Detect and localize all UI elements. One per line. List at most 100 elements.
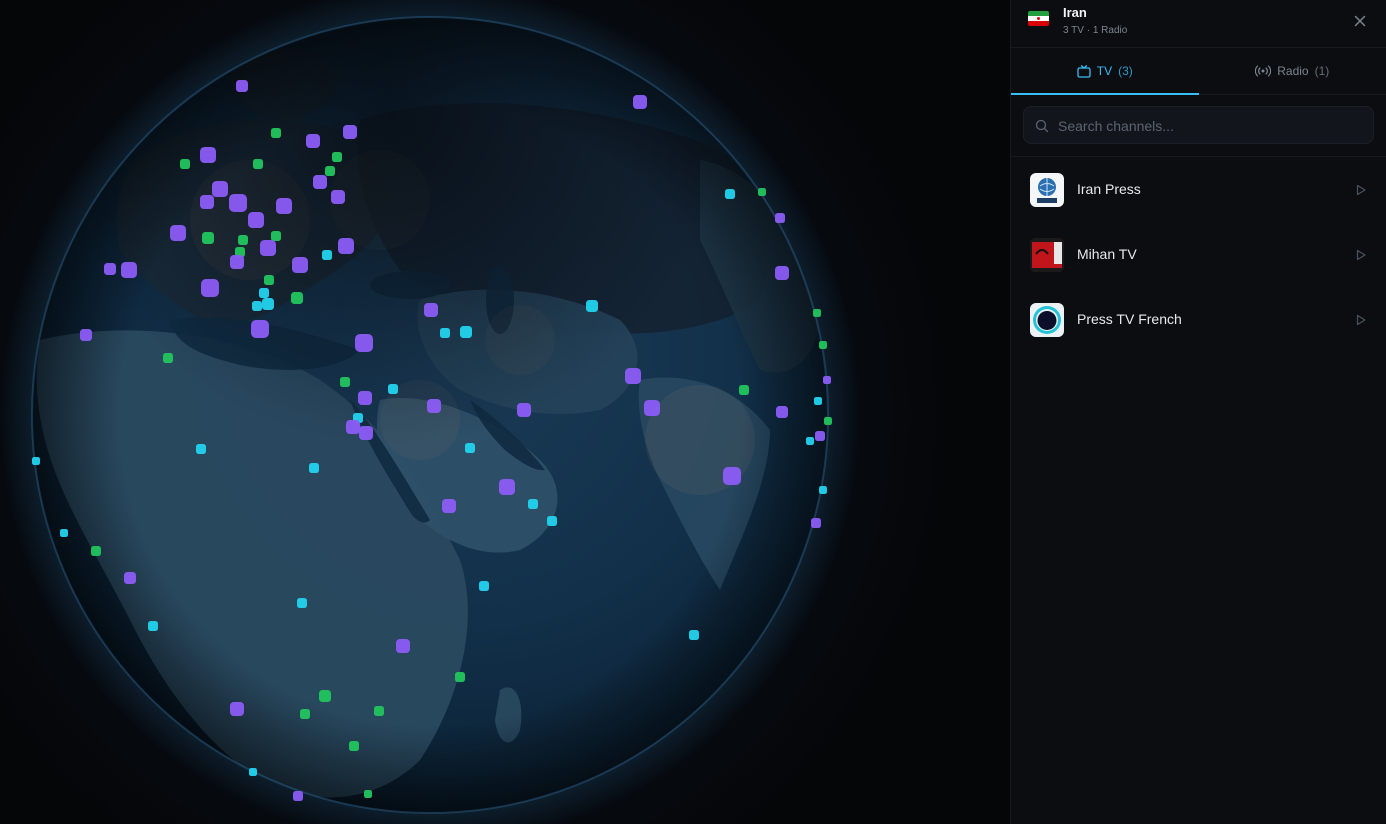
channel-marker[interactable]: [374, 706, 384, 716]
channel-marker[interactable]: [229, 194, 247, 212]
channel-marker[interactable]: [358, 391, 372, 405]
channel-marker[interactable]: [306, 134, 320, 148]
channel-marker[interactable]: [517, 403, 531, 417]
channel-marker[interactable]: [547, 516, 557, 526]
channel-marker[interactable]: [202, 232, 214, 244]
channel-marker[interactable]: [528, 499, 538, 509]
channel-marker[interactable]: [499, 479, 515, 495]
channel-marker[interactable]: [170, 225, 186, 241]
tab-tv[interactable]: TV (3): [1011, 48, 1199, 95]
channel-marker[interactable]: [776, 406, 788, 418]
channel-marker[interactable]: [80, 329, 92, 341]
channel-marker[interactable]: [460, 326, 472, 338]
channel-marker[interactable]: [633, 95, 647, 109]
channel-marker[interactable]: [248, 212, 264, 228]
channel-marker[interactable]: [346, 420, 360, 434]
play-icon[interactable]: [1355, 314, 1367, 326]
channel-marker[interactable]: [276, 198, 292, 214]
channel-marker[interactable]: [465, 443, 475, 453]
channel-marker[interactable]: [739, 385, 749, 395]
channel-marker[interactable]: [813, 309, 821, 317]
channel-marker[interactable]: [689, 630, 699, 640]
tab-radio[interactable]: Radio (1): [1199, 48, 1386, 94]
channel-marker[interactable]: [427, 399, 441, 413]
channel-marker[interactable]: [60, 529, 68, 537]
play-icon[interactable]: [1355, 184, 1367, 196]
channel-marker[interactable]: [253, 159, 263, 169]
channel-marker[interactable]: [364, 790, 372, 798]
channel-marker[interactable]: [332, 152, 342, 162]
play-icon[interactable]: [1355, 249, 1367, 261]
channel-marker[interactable]: [338, 238, 354, 254]
channel-marker[interactable]: [823, 376, 831, 384]
channel-marker[interactable]: [230, 702, 244, 716]
channel-marker[interactable]: [262, 298, 274, 310]
channel-marker[interactable]: [236, 80, 248, 92]
channel-marker[interactable]: [349, 741, 359, 751]
channel-marker[interactable]: [249, 768, 257, 776]
channel-marker[interactable]: [343, 125, 357, 139]
channel-marker[interactable]: [806, 437, 814, 445]
channel-marker[interactable]: [814, 397, 822, 405]
search-box[interactable]: [1023, 106, 1374, 145]
channel-marker[interactable]: [811, 518, 821, 528]
channel-marker[interactable]: [300, 709, 310, 719]
channel-marker[interactable]: [196, 444, 206, 454]
channel-marker[interactable]: [723, 467, 741, 485]
channel-marker[interactable]: [201, 279, 219, 297]
channel-item-mihan-tv[interactable]: Mihan TV: [1011, 222, 1386, 287]
channel-marker[interactable]: [725, 189, 735, 199]
channel-marker[interactable]: [819, 341, 827, 349]
channel-marker[interactable]: [396, 639, 410, 653]
channel-marker[interactable]: [259, 288, 269, 298]
channel-marker[interactable]: [359, 426, 373, 440]
channel-marker[interactable]: [200, 195, 214, 209]
channel-marker[interactable]: [586, 300, 598, 312]
channel-marker[interactable]: [212, 181, 228, 197]
channel-marker[interactable]: [440, 328, 450, 338]
channel-marker[interactable]: [322, 250, 332, 260]
channel-marker[interactable]: [355, 334, 373, 352]
channel-marker[interactable]: [319, 690, 331, 702]
channel-marker[interactable]: [238, 235, 248, 245]
channel-marker[interactable]: [91, 546, 101, 556]
channel-marker[interactable]: [293, 791, 303, 801]
channel-marker[interactable]: [340, 377, 350, 387]
channel-marker[interactable]: [291, 292, 303, 304]
channel-marker[interactable]: [388, 384, 398, 394]
channel-marker[interactable]: [313, 175, 327, 189]
channel-marker[interactable]: [824, 417, 832, 425]
channel-marker[interactable]: [292, 257, 308, 273]
channel-marker[interactable]: [625, 368, 641, 384]
channel-marker[interactable]: [479, 581, 489, 591]
channel-marker[interactable]: [424, 303, 438, 317]
channel-marker[interactable]: [251, 320, 269, 338]
globe-canvas[interactable]: [0, 0, 1010, 824]
search-input[interactable]: [1056, 107, 1365, 145]
channel-item-iran-press[interactable]: Iran Press: [1011, 157, 1386, 222]
channel-marker[interactable]: [124, 572, 136, 584]
channel-marker[interactable]: [775, 213, 785, 223]
channel-marker[interactable]: [442, 499, 456, 513]
channel-marker[interactable]: [455, 672, 465, 682]
channel-marker[interactable]: [104, 263, 116, 275]
channel-marker[interactable]: [325, 166, 335, 176]
channel-marker[interactable]: [331, 190, 345, 204]
channel-marker[interactable]: [815, 431, 825, 441]
channel-marker[interactable]: [271, 231, 281, 241]
channel-marker[interactable]: [148, 621, 158, 631]
channel-marker[interactable]: [252, 301, 262, 311]
channel-marker[interactable]: [819, 486, 827, 494]
globe-view[interactable]: [0, 0, 1010, 824]
channel-marker[interactable]: [260, 240, 276, 256]
close-button[interactable]: [1352, 13, 1368, 29]
channel-marker[interactable]: [121, 262, 137, 278]
channel-marker[interactable]: [230, 255, 244, 269]
channel-marker[interactable]: [264, 275, 274, 285]
channel-marker[interactable]: [758, 188, 766, 196]
channel-item-press-tv-french[interactable]: Press TV French: [1011, 287, 1386, 352]
channel-marker[interactable]: [775, 266, 789, 280]
channel-marker[interactable]: [200, 147, 216, 163]
channel-marker[interactable]: [644, 400, 660, 416]
channel-marker[interactable]: [180, 159, 190, 169]
